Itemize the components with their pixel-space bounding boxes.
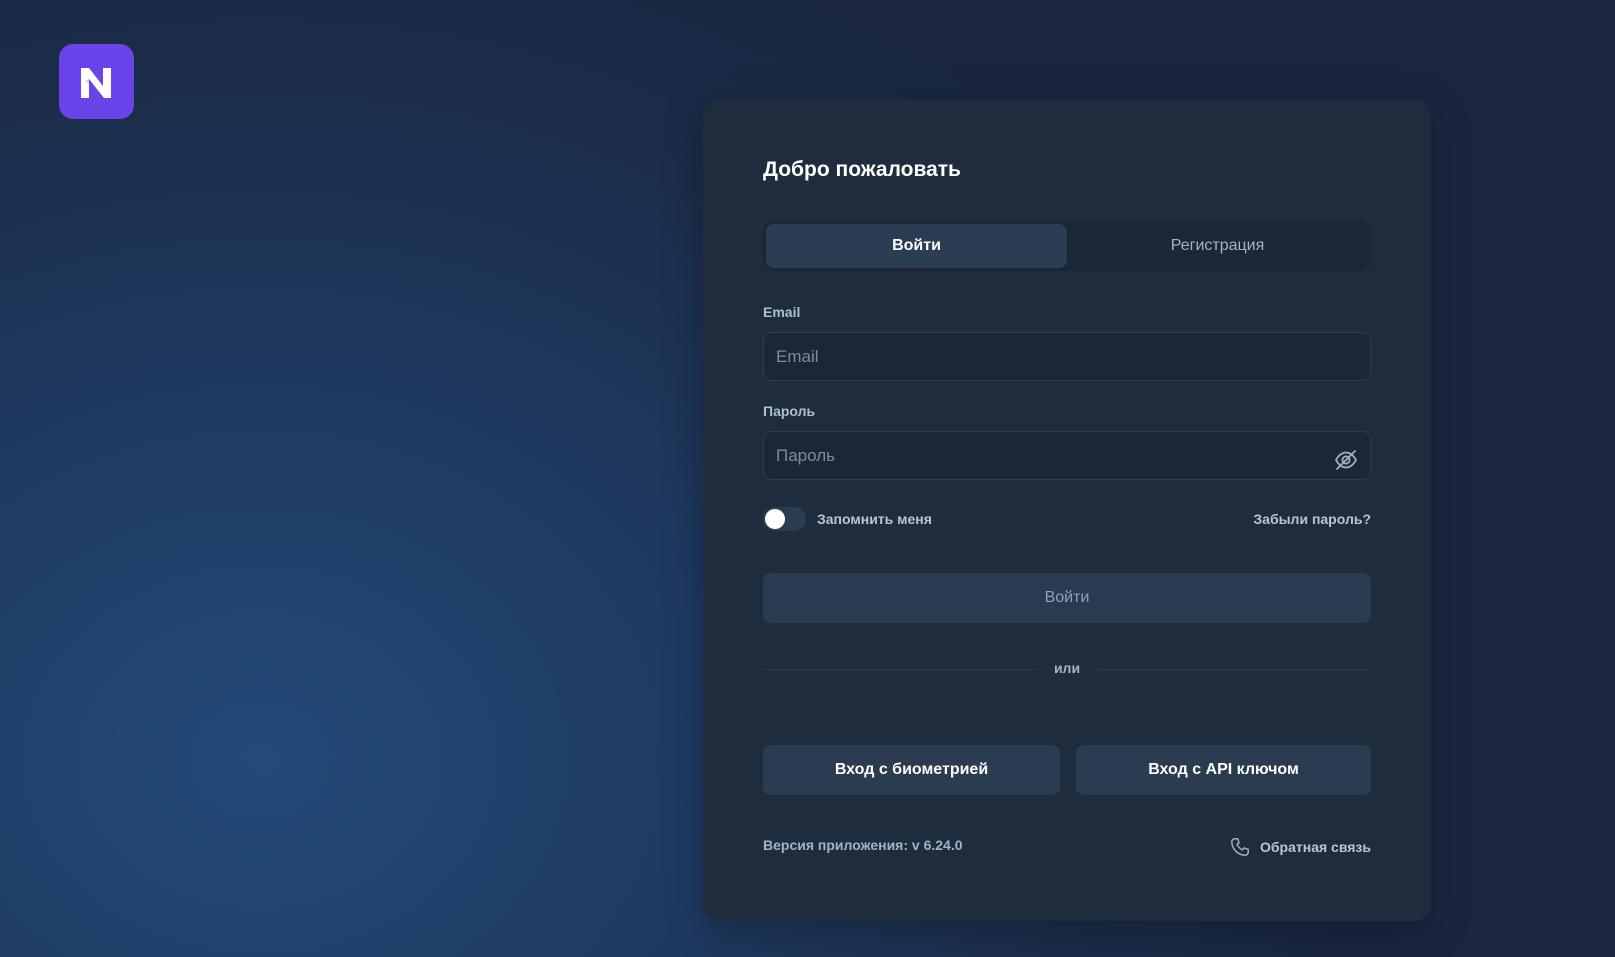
api-key-login-button[interactable]: Вход с API ключом <box>1076 745 1371 795</box>
auth-tabs: Войти Регистрация <box>763 221 1371 271</box>
toggle-knob <box>765 509 785 529</box>
eye-off-icon[interactable] <box>1333 447 1359 473</box>
or-divider: или <box>763 660 1371 676</box>
remember-me-label: Запомнить меня <box>817 511 932 527</box>
password-field[interactable] <box>763 431 1371 480</box>
feedback-link[interactable]: Обратная связь <box>1229 836 1371 858</box>
app-logo <box>59 44 134 119</box>
password-label: Пароль <box>763 403 816 419</box>
login-card: Добро пожаловать Войти Регистрация Email… <box>703 99 1431 921</box>
remember-me-toggle[interactable] <box>763 507 806 531</box>
biometric-login-button[interactable]: Вход с биометрией <box>763 745 1060 795</box>
page-title: Добро пожаловать <box>763 158 961 181</box>
logo-n-icon <box>80 67 111 98</box>
feedback-label: Обратная связь <box>1260 839 1371 855</box>
forgot-password-link[interactable]: Забыли пароль? <box>1253 511 1371 527</box>
app-version: Версия приложения: v 6.24.0 <box>763 837 963 853</box>
email-field[interactable] <box>763 332 1371 381</box>
email-label: Email <box>763 304 801 320</box>
login-submit-button[interactable]: Войти <box>763 573 1371 623</box>
tab-login[interactable]: Войти <box>766 224 1067 268</box>
tab-register[interactable]: Регистрация <box>1067 224 1368 268</box>
divider-text: или <box>1053 660 1081 676</box>
phone-icon <box>1231 838 1249 856</box>
